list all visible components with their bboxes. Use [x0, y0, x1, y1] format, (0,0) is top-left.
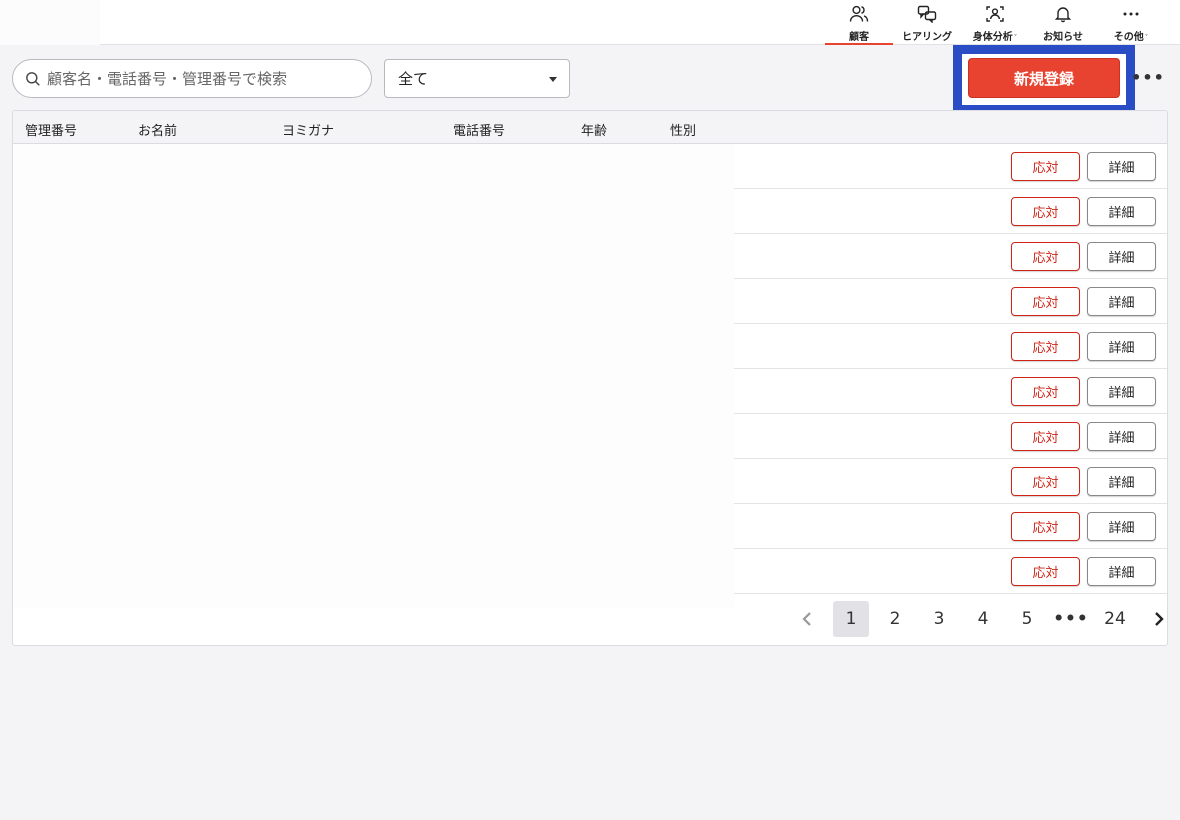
nav-item-label: その他 — [1113, 32, 1144, 43]
table-row: 応対 詳細 — [13, 279, 1167, 325]
status-filter-select[interactable]: 全て — [384, 59, 570, 98]
redacted-row-content — [13, 234, 734, 280]
table-row: 応対 詳細 — [13, 144, 1167, 190]
search-input[interactable] — [47, 69, 347, 88]
new-registration-button[interactable]: 新規登録 — [968, 58, 1120, 98]
respond-button[interactable]: 応対 — [1011, 197, 1080, 226]
page-button-4[interactable]: 4 — [965, 601, 1001, 637]
nav-item-label-wrap: 身体分析ˇ — [973, 28, 1018, 43]
respond-button[interactable]: 応対 — [1011, 557, 1080, 586]
prev-page-button[interactable] — [789, 601, 825, 637]
next-page-button[interactable] — [1141, 601, 1167, 637]
column-header-age: 年齢 — [581, 124, 608, 139]
nav-item-label: ヒアリング — [902, 32, 952, 43]
more-options-button[interactable]: ••• — [1131, 66, 1164, 88]
caret-down-icon — [549, 77, 557, 82]
column-header-phone: 電話番号 — [453, 124, 506, 139]
respond-button[interactable]: 応対 — [1011, 332, 1080, 361]
nav-item-label: お知らせ — [1043, 32, 1083, 43]
nav-item-label: 身体分析 — [972, 32, 1013, 43]
page-button-2[interactable]: 2 — [877, 601, 913, 637]
page-button-last[interactable]: 24 — [1097, 601, 1133, 637]
main-nav: 顧客 ヒアリング 身体分析ˇ お知らせ その他ˇ — [825, 0, 1165, 45]
nav-item-customers[interactable]: 顧客 — [825, 0, 893, 45]
redacted-row-content — [13, 549, 734, 595]
page-button-1[interactable]: 1 — [833, 601, 869, 637]
redacted-row-content — [13, 504, 734, 550]
respond-button[interactable]: 応対 — [1011, 467, 1080, 496]
table-row: 応対 詳細 — [13, 504, 1167, 550]
redacted-row-content — [13, 459, 734, 505]
table-row: 応対 詳細 — [13, 324, 1167, 370]
body-scan-icon — [985, 4, 1005, 24]
detail-button[interactable]: 詳細 — [1087, 242, 1156, 271]
page-button-5[interactable]: 5 — [1009, 601, 1045, 637]
redacted-row-content — [13, 324, 734, 370]
bell-icon — [1053, 4, 1073, 24]
respond-button[interactable]: 応対 — [1011, 152, 1080, 181]
table-row: 応対 詳細 — [13, 234, 1167, 280]
detail-button[interactable]: 詳細 — [1087, 422, 1156, 451]
detail-button[interactable]: 詳細 — [1087, 467, 1156, 496]
search-icon — [26, 71, 40, 86]
users-icon — [849, 4, 869, 24]
column-header-gender: 性別 — [670, 124, 697, 139]
nav-item-notifications[interactable]: お知らせ — [1029, 0, 1097, 45]
detail-button[interactable]: 詳細 — [1087, 512, 1156, 541]
filter-selected-value: 全て — [398, 70, 429, 88]
respond-button[interactable]: 応対 — [1011, 287, 1080, 316]
chevron-down-icon: ˇ — [1013, 34, 1018, 42]
page-button-3[interactable]: 3 — [921, 601, 957, 637]
detail-button[interactable]: 詳細 — [1087, 197, 1156, 226]
respond-button[interactable]: 応対 — [1011, 422, 1080, 451]
detail-button[interactable]: 詳細 — [1087, 557, 1156, 586]
redacted-row-content — [13, 369, 734, 415]
more-horizontal-icon: ••• — [1131, 67, 1165, 87]
nav-item-body-analysis[interactable]: 身体分析ˇ — [961, 0, 1029, 45]
search-box — [12, 59, 372, 98]
detail-button[interactable]: 詳細 — [1087, 152, 1156, 181]
customer-table: 管理番号 お名前 ヨミガナ 電話番号 年齢 性別 応対 詳細 応対 詳細 応対 詳細 応対詳… — [12, 110, 1168, 646]
redacted-row-content — [13, 414, 734, 460]
redacted-area — [13, 594, 734, 608]
table-row: 応対 詳細 — [13, 549, 1167, 595]
table-row: 応対 詳細 — [13, 369, 1167, 415]
respond-button[interactable]: 応対 — [1011, 512, 1080, 541]
redacted-row-content — [13, 189, 734, 235]
table-row: 応対 詳細 — [13, 414, 1167, 460]
redacted-row-content — [13, 279, 734, 325]
pagination: 1 2 3 4 5 ••• 24 — [789, 601, 1167, 637]
table-row: 応対 詳細 — [13, 189, 1167, 235]
pagination-ellipsis: ••• — [1053, 609, 1089, 629]
column-header-id: 管理番号 — [25, 124, 78, 139]
table-header: 管理番号 お名前 ヨミガナ 電話番号 年齢 性別 — [13, 111, 1167, 144]
nav-item-label: 顧客 — [849, 32, 869, 43]
table-row: 応対 詳細 — [13, 459, 1167, 505]
more-horizontal-icon — [1121, 4, 1141, 24]
top-navigation-bar: 顧客 ヒアリング 身体分析ˇ お知らせ その他ˇ — [0, 0, 1180, 45]
detail-button[interactable]: 詳細 — [1087, 287, 1156, 316]
respond-button[interactable]: 応対 — [1011, 377, 1080, 406]
chat-icon — [917, 4, 937, 24]
column-header-name: お名前 — [138, 124, 178, 139]
nav-item-hearing[interactable]: ヒアリング — [893, 0, 961, 45]
redacted-row-content — [13, 144, 734, 190]
nav-item-other[interactable]: その他ˇ — [1097, 0, 1165, 45]
chevron-left-icon — [802, 612, 811, 626]
chevron-down-icon: ˇ — [1144, 34, 1149, 42]
nav-item-label-wrap: その他ˇ — [1114, 28, 1149, 43]
respond-button[interactable]: 応対 — [1011, 242, 1080, 271]
logo-area — [0, 0, 100, 45]
detail-button[interactable]: 詳細 — [1087, 377, 1156, 406]
detail-button[interactable]: 詳細 — [1087, 332, 1156, 361]
chevron-right-icon — [1155, 612, 1164, 626]
column-header-kana: ヨミガナ — [282, 124, 335, 139]
